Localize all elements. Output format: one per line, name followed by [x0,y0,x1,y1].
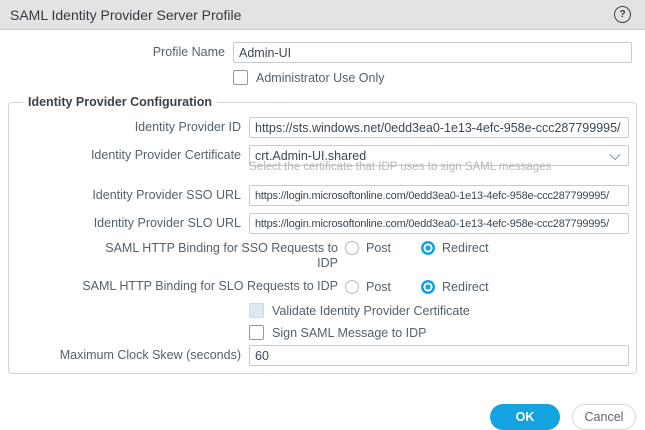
profile-name-row: Profile Name [0,42,632,63]
profile-name-input[interactable] [233,42,632,63]
slo-url-label: Identity Provider SLO URL [93,216,241,230]
dialog-titlebar: SAML Identity Provider Server Profile ? [0,0,645,30]
max-clock-skew-input[interactable] [249,345,629,366]
radio-selected-icon [421,241,436,255]
sso-binding-label: SAML HTTP Binding for SSO Requests to ID… [105,241,338,270]
sso-binding-post-radio[interactable]: Post [345,241,391,255]
redirect-label: Redirect [442,279,489,294]
validate-certificate-row: Validate Identity Provider Certificate [16,303,629,318]
radio-icon [345,241,359,255]
max-clock-skew-row: Maximum Clock Skew (seconds) [16,345,629,366]
max-clock-skew-label: Maximum Clock Skew (seconds) [59,348,241,362]
sign-saml-message-row: Sign SAML Message to IDP [16,325,629,340]
post-label: Post [366,241,392,255]
sso-url-row: Identity Provider SSO URL [16,185,629,206]
admin-use-only-row: Administrator Use Only [0,70,632,85]
slo-binding-post-radio[interactable]: Post [345,279,392,294]
sso-url-input[interactable] [249,185,629,206]
checkbox-icon [233,70,248,85]
redirect-label: Redirect [442,241,489,255]
radio-icon [345,279,359,294]
radio-selected-icon [421,279,436,294]
identity-provider-id-label: Identity Provider ID [134,120,241,134]
slo-url-input[interactable] [249,213,629,234]
validate-certificate-checkbox[interactable]: Validate Identity Provider Certificate [249,303,629,318]
post-label: Post [366,279,392,294]
slo-binding-label: SAML HTTP Binding for SLO Requests to ID… [82,279,338,293]
sign-saml-message-checkbox[interactable]: Sign SAML Message to IDP [249,325,629,340]
ok-button[interactable]: OK [490,404,560,430]
checkbox-icon [249,325,264,340]
sso-binding-radio-group: Post Redirect [345,241,629,255]
administrator-use-only-checkbox[interactable]: Administrator Use Only [233,70,632,85]
sign-saml-message-label: Sign SAML Message to IDP [272,325,427,340]
dialog-body: Profile Name Administrator Use Only Iden… [0,30,645,430]
profile-name-label: Profile Name [152,45,225,59]
sso-binding-row: SAML HTTP Binding for SSO Requests to ID… [16,241,629,271]
dialog-footer: OK Cancel [0,404,636,430]
identity-provider-certificate-label: Identity Provider Certificate [90,148,241,162]
section-legend: Identity Provider Configuration [28,95,213,109]
sso-url-label: Identity Provider SSO URL [92,188,241,202]
dialog-title: SAML Identity Provider Server Profile [10,6,242,23]
slo-binding-redirect-radio[interactable]: Redirect [421,279,489,294]
administrator-use-only-label: Administrator Use Only [256,70,385,85]
validate-certificate-label: Validate Identity Provider Certificate [272,303,470,318]
slo-binding-radio-group: Post Redirect [345,279,629,294]
cancel-button[interactable]: Cancel [572,404,636,430]
checkbox-disabled-icon [249,303,264,318]
slo-binding-row: SAML HTTP Binding for SLO Requests to ID… [16,279,629,294]
sso-binding-redirect-radio[interactable]: Redirect [421,241,489,255]
chevron-down-icon [609,148,621,160]
identity-provider-id-row: Identity Provider ID [16,117,629,138]
identity-provider-configuration-section: Identity Provider Configuration Identity… [8,95,637,374]
identity-provider-id-input[interactable] [249,117,629,138]
help-icon[interactable]: ? [614,6,631,23]
certificate-hint: Select the certificate that IDP uses to … [249,161,552,173]
slo-url-row: Identity Provider SLO URL [16,213,629,234]
